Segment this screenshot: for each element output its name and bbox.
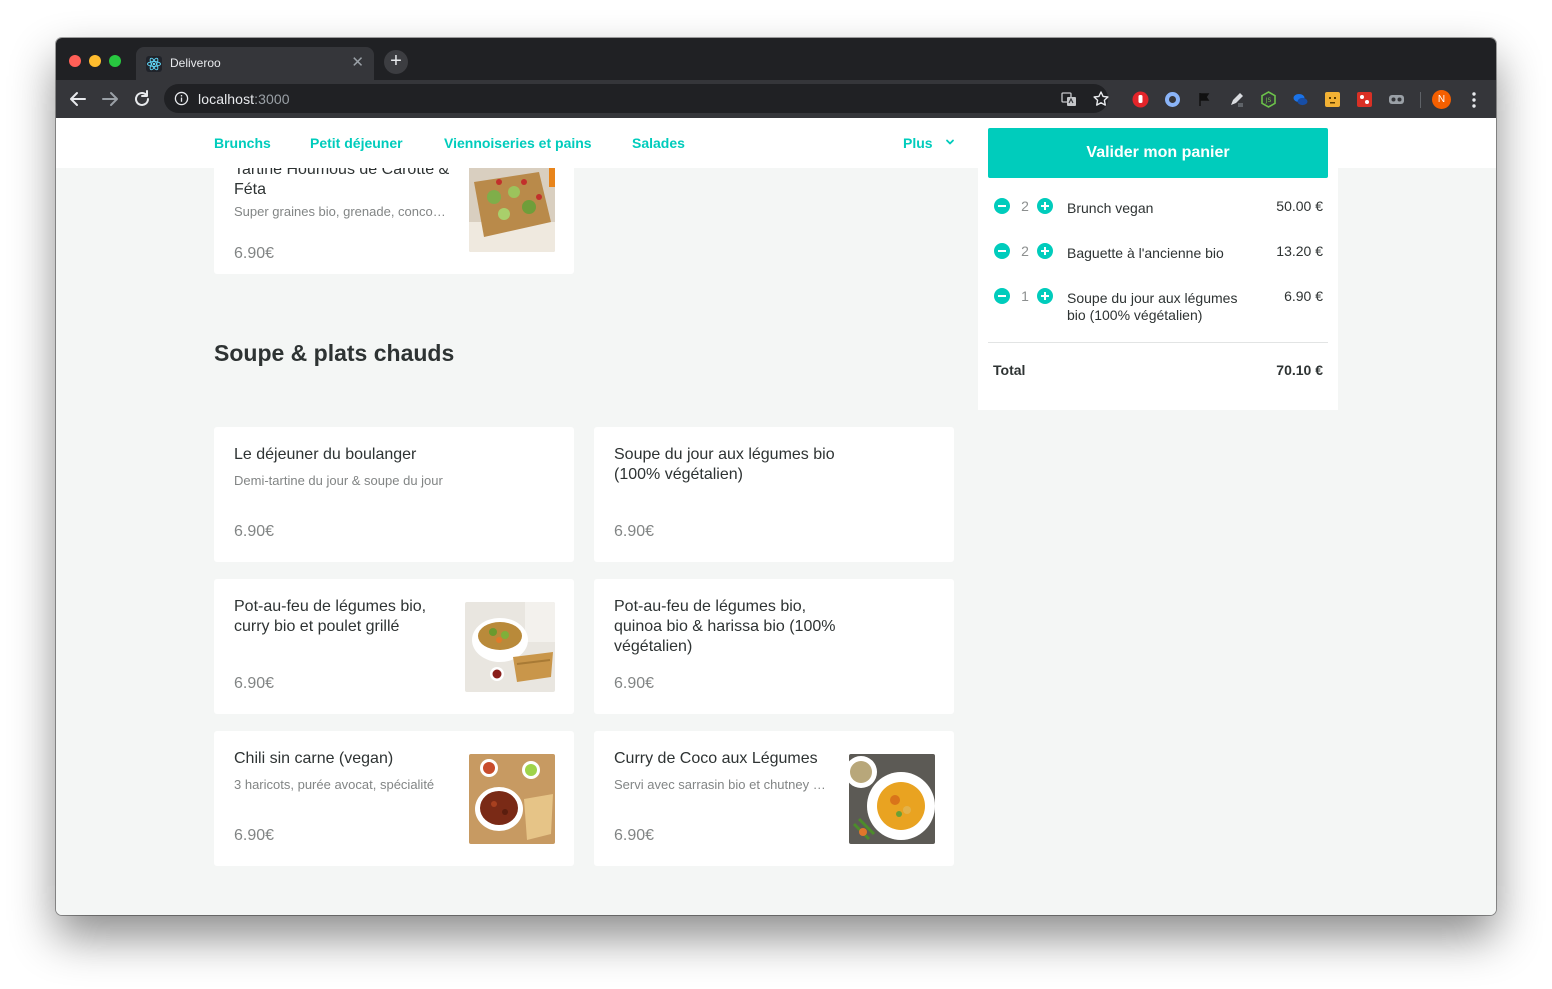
tab-strip: Deliveroo ✕ +: [56, 38, 1496, 80]
menu-item-description: Servi avec sarrasin bio et chutney maiso…: [614, 777, 836, 792]
browser-tab[interactable]: Deliveroo ✕: [136, 47, 374, 80]
plus-circle-icon[interactable]: [1037, 243, 1053, 259]
menu-item-price: 6.90€: [234, 245, 275, 262]
basket-item-name: Baguette à l'ancienne bio: [1067, 245, 1224, 261]
basket-item-name: Brunch vegan: [1067, 200, 1154, 216]
basket-item-qty: 1: [1021, 288, 1029, 304]
reload-icon[interactable]: [131, 88, 153, 110]
flag-extension-icon[interactable]: [1196, 91, 1213, 108]
menu-item-description: 3 haricots, purée avocat, spécialité: [234, 777, 435, 792]
menu-item-card[interactable]: Pot-au-feu de légumes bio, quinoa bio & …: [594, 579, 954, 714]
basket-total-label: Total: [993, 362, 1026, 378]
url-text: localhost:3000: [198, 91, 290, 107]
tab-title: Deliveroo: [170, 56, 221, 70]
nav-link-brunchs[interactable]: Brunchs: [214, 135, 271, 151]
minimize-window-button[interactable]: [89, 55, 101, 67]
menu-item-title: Le déjeuner du boulanger: [234, 446, 417, 463]
nav-link-viennoiseries[interactable]: Viennoiseries et pains: [444, 135, 592, 151]
menu-item-card[interactable]: Le déjeuner du boulanger Demi-tartine du…: [214, 427, 574, 562]
nodejs-extension-icon[interactable]: JS: [1260, 91, 1277, 108]
pot-au-feu-photo: [465, 602, 555, 692]
nav-link-petit-dejeuner[interactable]: Petit déjeuner: [310, 135, 403, 151]
checkout-button[interactable]: Valider mon panier: [988, 128, 1328, 178]
info-icon[interactable]: [174, 91, 189, 106]
react-icon: [146, 56, 162, 72]
basket-divider: [988, 342, 1328, 343]
face-extension-icon[interactable]: [1324, 91, 1341, 108]
basket-item: 1 Soupe du jour aux légumes bio (100% vé…: [978, 288, 1338, 328]
menu-item-card[interactable]: Soupe du jour aux légumes bio (100% végé…: [594, 427, 954, 562]
toolbar-separator: [1420, 92, 1421, 108]
menu-item-description: Demi-tartine du jour & soupe du jour: [234, 473, 443, 488]
section-title: Soupe & plats chauds: [214, 340, 455, 366]
menu-item-price: 6.90€: [234, 523, 275, 540]
glasses-extension-icon[interactable]: [1388, 91, 1405, 108]
curry-photo: [849, 754, 935, 844]
tab-close-icon[interactable]: ✕: [351, 53, 364, 71]
page-content: Brunchs Petit déjeuner Viennoiseries et …: [56, 118, 1496, 915]
browser-toolbar: localhost:3000 JS N: [56, 80, 1496, 118]
menu-item-price: 6.90€: [234, 827, 275, 844]
minus-circle-icon[interactable]: [994, 288, 1010, 304]
menu-item-title: Chili sin carne (vegan): [234, 750, 394, 767]
basket-item-qty: 2: [1021, 198, 1029, 214]
basket-item-price: 50.00 €: [1276, 198, 1323, 214]
close-window-button[interactable]: [69, 55, 81, 67]
menu-item-price: 6.90€: [234, 675, 275, 692]
back-arrow-icon[interactable]: [67, 88, 89, 110]
plus-circle-icon[interactable]: [1037, 198, 1053, 214]
basket-item: 2 Brunch vegan 50.00 €: [978, 198, 1338, 238]
chili-photo: [469, 754, 555, 844]
new-tab-button[interactable]: +: [384, 50, 408, 74]
nav-link-salades[interactable]: Salades: [632, 135, 685, 151]
menu-item-title: Curry de Coco aux Légumes: [614, 750, 818, 767]
menu-item-card[interactable]: Chili sin carne (vegan) 3 haricots, puré…: [214, 731, 574, 866]
url-host: localhost: [198, 91, 255, 107]
browser-window: Deliveroo ✕ + localhost:3000 JS N Brunch…: [56, 38, 1496, 915]
forward-arrow-icon[interactable]: [99, 88, 121, 110]
plus-circle-icon[interactable]: [1037, 288, 1053, 304]
menu-item-card[interactable]: Pot-au-feu de légumes bio, curry bio et …: [214, 579, 574, 714]
minus-circle-icon[interactable]: [994, 198, 1010, 214]
more-categories-button[interactable]: Plus: [903, 135, 933, 151]
basket-item-name: Soupe du jour aux légumes bio (100% végé…: [1067, 290, 1238, 323]
basket-item-qty: 2: [1021, 243, 1029, 259]
puzzle-extension-icon[interactable]: [1356, 91, 1373, 108]
address-bar[interactable]: localhost:3000: [164, 84, 1110, 113]
basket-panel: 2 Brunch vegan 50.00 € 2 Baguette à l'an…: [978, 166, 1338, 410]
menu-item-title: Pot-au-feu de légumes bio, curry bio et …: [234, 598, 427, 635]
menu-item-description: Super graines bio, grenade, concombre: [234, 204, 456, 219]
menu-item-card[interactable]: Curry de Coco aux Légumes Servi avec sar…: [594, 731, 954, 866]
bookmark-star-icon[interactable]: [1092, 90, 1110, 108]
menu-item-title: Soupe du jour aux légumes bio (100% végé…: [614, 446, 835, 483]
chat-extension-icon[interactable]: [1292, 91, 1309, 108]
tartine-photo: [469, 162, 555, 252]
basket-item: 2 Baguette à l'ancienne bio 13.20 €: [978, 243, 1338, 283]
maximize-window-button[interactable]: [109, 55, 121, 67]
menu-item-price: 6.90€: [614, 675, 655, 692]
url-port: :3000: [254, 91, 290, 107]
basket-item-price: 6.90 €: [1284, 288, 1323, 304]
menu-item-price: 6.90€: [614, 827, 655, 844]
kebab-menu-icon[interactable]: [1468, 90, 1480, 110]
pen-extension-icon[interactable]: [1228, 91, 1245, 108]
svg-text:JS: JS: [1265, 97, 1272, 104]
chevron-down-icon[interactable]: [944, 136, 956, 148]
menu-item-title: Pot-au-feu de légumes bio, quinoa bio & …: [614, 598, 836, 655]
menu-item-price: 6.90€: [614, 523, 655, 540]
basket-total-value: 70.10 €: [1276, 362, 1323, 378]
adblock-extension-icon[interactable]: [1132, 91, 1149, 108]
translate-icon[interactable]: [1060, 90, 1078, 108]
minus-circle-icon[interactable]: [994, 243, 1010, 259]
ring-extension-icon[interactable]: [1164, 91, 1181, 108]
basket-item-price: 13.20 €: [1276, 243, 1323, 259]
profile-avatar[interactable]: N: [1432, 90, 1451, 109]
